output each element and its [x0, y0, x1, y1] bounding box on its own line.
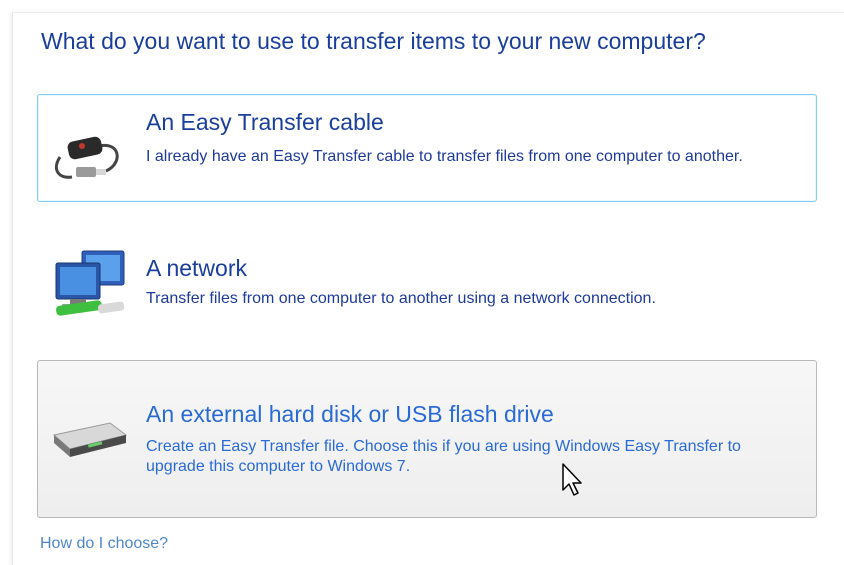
- option-title: An external hard disk or USB flash drive: [146, 401, 554, 427]
- external-drive-icon: [52, 422, 128, 457]
- option-description: I already have an Easy Transfer cable to…: [146, 148, 743, 165]
- option-description: Transfer files from one computer to anot…: [146, 290, 656, 307]
- option-description: Create an Easy Transfer file. Choose thi…: [146, 438, 741, 475]
- option-external-drive[interactable]: An external hard disk or USB flash drive…: [37, 360, 817, 518]
- page-question: What do you want to use to transfer item…: [41, 28, 706, 54]
- usb-cable-icon: [55, 136, 119, 179]
- mouse-pointer-icon: [562, 463, 582, 496]
- how-do-i-choose-link[interactable]: How do I choose?: [40, 535, 168, 553]
- option-easy-transfer-cable[interactable]: An Easy Transfer cable I already have an…: [37, 94, 817, 202]
- network-computers-icon: [55, 250, 125, 316]
- option-title: An Easy Transfer cable: [146, 109, 384, 135]
- option-title: A network: [146, 255, 247, 281]
- option-network[interactable]: A network Transfer files from one comput…: [37, 234, 817, 334]
